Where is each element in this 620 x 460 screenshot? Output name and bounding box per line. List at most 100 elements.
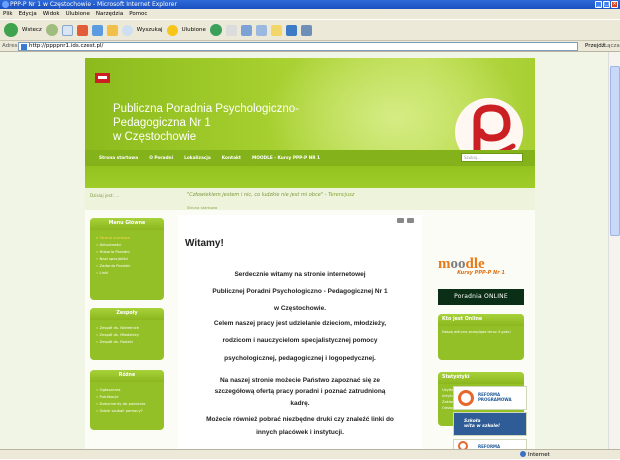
window-title: PPP-P Nr 1 w Częstochowie - Microsoft In… xyxy=(10,1,177,8)
home-icon[interactable] xyxy=(106,24,118,36)
menu-view[interactable]: Widok xyxy=(43,9,60,19)
nav-moodle[interactable]: MOODLE - Kursy PPP-P NR 1 xyxy=(252,156,320,161)
menu-item-links[interactable]: Linki xyxy=(96,269,164,276)
ie-app-icon xyxy=(2,1,9,8)
nav-location[interactable]: Lokalizacja xyxy=(184,156,211,161)
mission-line-3: psychologicznej, pedagogicznej i logoped… xyxy=(224,355,376,362)
misc-item-2[interactable]: Publikacje xyxy=(96,393,164,400)
scrollbar-thumb[interactable] xyxy=(610,66,620,236)
site-title: Publiczna Poradnia Psychologiczno- Pedag… xyxy=(113,103,300,143)
stats-title: Statystyki xyxy=(438,372,524,384)
search-icon[interactable] xyxy=(121,24,133,36)
favicon-icon xyxy=(21,44,27,50)
url-input[interactable]: http://ppppnr1.ids.czest.pl/ xyxy=(18,42,578,51)
nav-about[interactable]: O Poradni xyxy=(149,156,173,161)
globe-icon xyxy=(520,451,526,457)
menu-file[interactable]: Plik xyxy=(3,9,13,19)
menu-help[interactable]: Pomoc xyxy=(129,9,147,19)
welcome-line-1: Serdecznie witamy na stronie internetowe… xyxy=(234,271,366,278)
maximize-button[interactable]: □ xyxy=(603,1,610,8)
who-online-box: Kto jest Online Naszą witrynę przegląda … xyxy=(438,314,524,360)
menu-edit[interactable]: Edycja xyxy=(19,9,37,19)
misc-title: Różne xyxy=(90,370,164,382)
misc-item-3[interactable]: Dokumenty do pobrania xyxy=(96,400,164,407)
close-button[interactable]: × xyxy=(611,1,618,8)
team-item-1[interactable]: Zespół ds. Nieletnich xyxy=(96,324,164,331)
offer-line-3: kadrę. xyxy=(290,400,310,407)
research-icon[interactable] xyxy=(300,24,312,36)
back-label[interactable]: Wstecz xyxy=(22,27,42,33)
refresh-icon[interactable] xyxy=(91,24,103,36)
who-online-text: Naszą witrynę przegląda teraz 4 gości xyxy=(442,330,511,334)
print-icon[interactable] xyxy=(240,24,252,36)
school-banner[interactable]: Szkoła wita w szkole! xyxy=(453,412,527,436)
menu-tools[interactable]: Narzędzia xyxy=(96,9,123,19)
window-titlebar: PPP-P Nr 1 w Częstochowie - Microsoft In… xyxy=(0,0,620,9)
poradnia-online-banner[interactable]: Poradnia ONLINE xyxy=(438,289,524,305)
misc-item-1[interactable]: Ogłoszenia xyxy=(96,386,164,393)
docs-line-2: innych placówek i instytucji. xyxy=(256,429,344,436)
teams-title: Zespoły xyxy=(90,308,164,320)
breadcrumb[interactable]: Strona startowa xyxy=(187,205,217,210)
menu-item-home[interactable]: Strona startowa xyxy=(96,234,164,241)
welcome-line-3: w Częstochowie. xyxy=(273,305,326,312)
main-content: Witamy! Serdecznie witamy na stronie int… xyxy=(178,215,422,449)
menu-bar: Plik Edycja Widok Ulubione Narzędzia Pom… xyxy=(0,9,620,19)
info-row: Dzisiaj jest: ... "Człowiekiem jestem i … xyxy=(85,188,535,210)
folder-icon[interactable] xyxy=(270,24,282,36)
address-bar: Adres http://ppppnr1.ids.czest.pl/ Przej… xyxy=(0,41,620,52)
menu-item-news[interactable]: Aktualności xyxy=(96,241,164,248)
menu-item-history[interactable]: Historia Poradni xyxy=(96,248,164,255)
forward-arrow-icon[interactable] xyxy=(45,24,58,36)
history-icon[interactable] xyxy=(209,24,222,36)
date-text: Dzisiaj jest: ... xyxy=(90,193,120,198)
menu-favorites[interactable]: Ulubione xyxy=(66,9,90,19)
reforma-banner-2[interactable]: REFORMA xyxy=(453,439,527,449)
url-text: http://ppppnr1.ids.czest.pl/ xyxy=(29,43,104,49)
edit-icon[interactable] xyxy=(255,24,267,36)
main-menu-box: Menu Główne Strona startowa Aktualności … xyxy=(90,218,164,300)
menu-item-specialists[interactable]: Nasi specjaliści xyxy=(96,255,164,262)
reforma-banner[interactable]: REFORMA PROGRAMOWA xyxy=(453,386,527,410)
mail-icon[interactable] xyxy=(225,24,237,36)
favorites-label[interactable]: Ulubione xyxy=(182,27,206,33)
team-item-2[interactable]: Zespół ds. Młodzieży xyxy=(96,331,164,338)
back-arrow-icon[interactable] xyxy=(4,23,18,37)
mission-line-2: rodzicom i nauczycielom specjalistycznej… xyxy=(222,337,378,344)
page-icon[interactable] xyxy=(61,24,73,36)
menu-item-tasks[interactable]: Zadania Poradni xyxy=(96,262,164,269)
main-menu-title: Menu Główne xyxy=(90,218,164,230)
page-heading: Witamy! xyxy=(185,238,224,249)
mission-line-1: Celem naszej pracy jest udzielanie dziec… xyxy=(213,320,387,327)
minimize-button[interactable]: _ xyxy=(595,1,602,8)
vertical-scrollbar[interactable] xyxy=(608,52,620,449)
nav-home[interactable]: Strona startowa xyxy=(99,156,138,161)
site-header: Publiczna Poradnia Psychologiczno- Pedag… xyxy=(85,58,535,188)
misc-item-4[interactable]: Gdzie szukać pomocy? xyxy=(96,407,164,414)
who-online-title: Kto jest Online xyxy=(438,314,524,326)
offer-line-2: szczegółową ofertą pracy poradni i pozna… xyxy=(214,388,386,395)
team-item-3[interactable]: Zespół ds. Rodzin xyxy=(96,338,164,345)
email-icon[interactable] xyxy=(407,218,414,223)
links-button[interactable]: Łącza xyxy=(604,41,620,52)
welcome-line-2: Publicznej Poradni Psychologiczno - Peda… xyxy=(212,288,388,295)
teams-box: Zespoły Zespół ds. Nieletnich Zespół ds.… xyxy=(90,308,164,360)
small-logo-icon xyxy=(95,73,110,83)
favorites-star-icon[interactable] xyxy=(166,24,178,36)
offer-line-1: Na naszej stronie możecie Państwo zapozn… xyxy=(219,377,381,384)
quote: "Człowiekiem jestem i nic, co ludzkie ni… xyxy=(187,192,355,198)
search-label[interactable]: Wyszukaj xyxy=(137,27,163,33)
nav-contact[interactable]: Kontakt xyxy=(222,156,241,161)
stop-icon[interactable] xyxy=(76,24,88,36)
site-search-input[interactable]: Szukaj... xyxy=(461,153,523,162)
moodle-logo[interactable]: moodle Kursy PPP-P Nr 1 xyxy=(438,256,524,278)
go-button[interactable]: Przejdź xyxy=(585,41,605,52)
print-icon[interactable] xyxy=(397,218,404,223)
address-label: Adres xyxy=(2,43,18,49)
site-container: Publiczna Poradnia Psychologiczno- Pedag… xyxy=(85,58,535,449)
messenger-icon[interactable] xyxy=(285,24,297,36)
browser-toolbar: Wstecz Wyszukaj Ulubione xyxy=(0,19,620,41)
status-bar: Internet xyxy=(0,449,620,459)
reforma-ring-icon-2 xyxy=(458,441,468,449)
misc-box: Różne Ogłoszenia Publikacje Dokumenty do… xyxy=(90,370,164,430)
